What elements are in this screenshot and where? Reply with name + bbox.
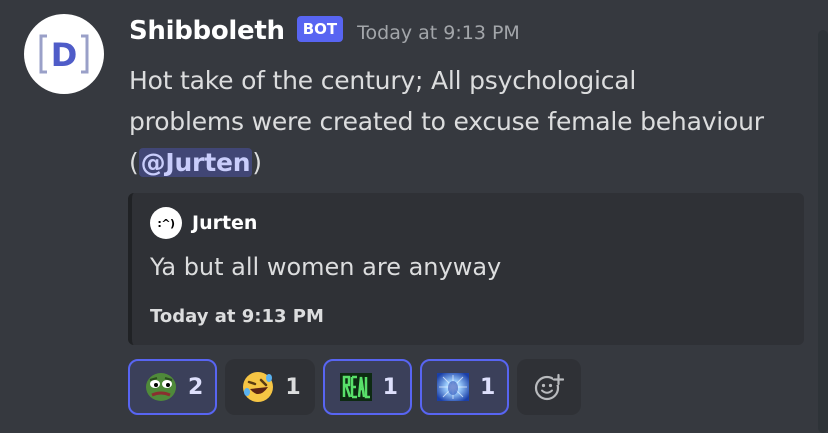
- avatar-letter: D: [51, 36, 78, 74]
- embed-author-avatar[interactable]: :^): [150, 207, 182, 239]
- add-reaction-button[interactable]: [517, 359, 582, 415]
- reactions-bar: 2 1 1 1: [128, 359, 582, 415]
- user-mention[interactable]: @Jurten: [138, 148, 253, 177]
- reaction-pepe[interactable]: 2: [128, 359, 218, 415]
- embed-description: Ya but all women are anyway: [150, 253, 502, 281]
- brackets-d-logo-icon: D: [39, 34, 89, 74]
- reaction-count: 1: [382, 374, 398, 400]
- message-text-line-2: problems were created to excuse female b…: [129, 107, 764, 136]
- reaction-count: 1: [479, 374, 496, 400]
- scrollbar-track[interactable]: [818, 30, 828, 433]
- rofl-emoji-icon: [241, 370, 275, 404]
- reaction-galaxy-brain[interactable]: 1: [419, 359, 510, 415]
- reaction-real[interactable]: 1: [322, 359, 412, 415]
- reaction-rofl[interactable]: 1: [225, 359, 315, 415]
- embed-author-name[interactable]: Jurten: [192, 212, 257, 234]
- real-emoji-icon: [339, 370, 373, 404]
- message-header: Shibboleth BOT Today at 9:13 PM: [129, 16, 520, 46]
- paren-open: (: [129, 148, 139, 177]
- pepe-emoji-icon: [144, 370, 178, 404]
- message-text-line-3: (@Jurten): [129, 142, 819, 183]
- add-reaction-icon: [535, 373, 565, 401]
- message-content: Hot take of the century; All psychologic…: [129, 60, 819, 183]
- username[interactable]: Shibboleth: [129, 16, 285, 46]
- quote-embed: :^) Jurten Ya but all women are anyway T…: [128, 193, 804, 345]
- embed-author: :^) Jurten: [150, 207, 257, 239]
- galaxy-brain-emoji-icon: [436, 370, 470, 404]
- timestamp[interactable]: Today at 9:13 PM: [357, 22, 520, 44]
- avatar[interactable]: D: [24, 14, 104, 94]
- reaction-count: 1: [285, 374, 301, 400]
- reaction-count: 2: [188, 374, 204, 400]
- paren-close: ): [252, 148, 262, 177]
- message-text-line-1: Hot take of the century; All psychologic…: [129, 66, 637, 95]
- bot-badge: BOT: [296, 16, 344, 42]
- embed-footer: Today at 9:13 PM: [150, 306, 324, 327]
